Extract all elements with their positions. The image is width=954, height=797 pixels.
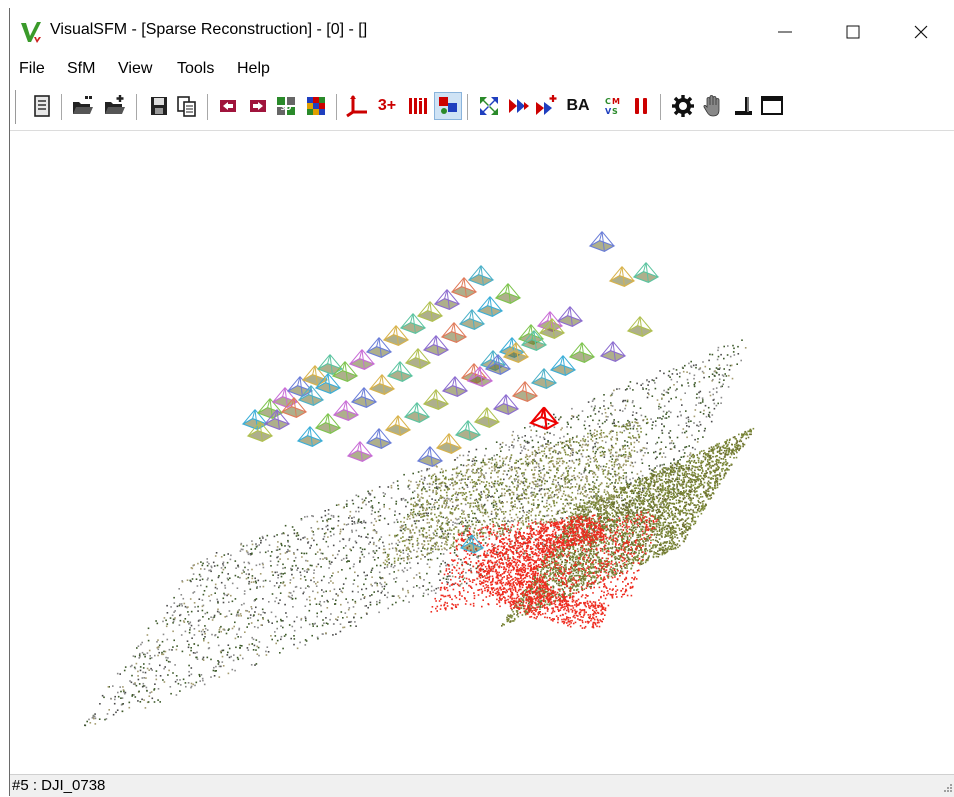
open-multi-images-button[interactable] bbox=[70, 93, 96, 119]
menu-help[interactable]: Help bbox=[237, 60, 270, 78]
toolbar-separator bbox=[61, 94, 63, 120]
reconstruct-resume-button[interactable] bbox=[534, 93, 560, 119]
three-plus-text[interactable]: 3+ bbox=[372, 95, 402, 117]
coordinate-axes-icon bbox=[344, 93, 370, 119]
minimize-button[interactable] bbox=[751, 8, 819, 56]
toolbar-separator bbox=[336, 94, 338, 120]
toolbar-grip[interactable] bbox=[15, 90, 19, 124]
open-multi-images-icon bbox=[70, 93, 96, 119]
reconstruct-sparse-button[interactable] bbox=[506, 93, 532, 119]
save-nvm-icon bbox=[146, 93, 172, 119]
bundle-adjust-text[interactable]: BA bbox=[562, 95, 594, 117]
save-nvm-button[interactable] bbox=[146, 93, 172, 119]
toggle-view-icon bbox=[435, 93, 461, 119]
open-add-images-icon bbox=[102, 93, 128, 119]
status-bar: #5 : DJI_0738 bbox=[10, 774, 954, 797]
copy-button[interactable] bbox=[174, 93, 200, 119]
match-matrix-button[interactable] bbox=[303, 93, 329, 119]
svg-text:S: S bbox=[612, 107, 618, 116]
fullscreen-window-icon bbox=[759, 93, 785, 119]
toolbar-separator bbox=[660, 94, 662, 120]
menu-file[interactable]: File bbox=[19, 60, 45, 78]
toolbar-separator bbox=[207, 94, 209, 120]
feature-bars-button[interactable] bbox=[405, 93, 431, 119]
previous-button[interactable] bbox=[215, 93, 241, 119]
window-title: VisualSFM - [Sparse Reconstruction] - [0… bbox=[50, 21, 367, 39]
hand-pan-button[interactable] bbox=[700, 93, 726, 119]
toggle-view-button[interactable] bbox=[434, 92, 462, 120]
toolbar: 3D 3+ BA CMVS bbox=[10, 86, 954, 131]
fullscreen-window-button[interactable] bbox=[759, 93, 785, 119]
menu-sfm[interactable]: SfM bbox=[67, 60, 95, 78]
status-text: #5 : DJI_0738 bbox=[12, 777, 105, 794]
close-icon bbox=[911, 22, 931, 42]
toolbar-separator bbox=[136, 94, 138, 120]
pause-icon bbox=[628, 93, 654, 119]
menu-view[interactable]: View bbox=[118, 60, 152, 78]
feature-bars-icon bbox=[405, 93, 431, 119]
ground-control-button[interactable] bbox=[730, 93, 756, 119]
reconstruct-sparse-icon bbox=[506, 93, 532, 119]
close-button[interactable] bbox=[887, 8, 954, 56]
compute-missing-match-icon bbox=[476, 93, 502, 119]
ground-control-icon bbox=[730, 93, 756, 119]
match-matrix-icon bbox=[303, 93, 329, 119]
pause-button[interactable] bbox=[628, 93, 654, 119]
reconstruct-resume-icon bbox=[534, 93, 560, 119]
log-window-button[interactable] bbox=[29, 93, 55, 119]
sparse-reconstruction-viewport[interactable] bbox=[10, 131, 954, 773]
maximize-button[interactable] bbox=[819, 8, 887, 56]
copy-icon bbox=[174, 93, 200, 119]
next-icon bbox=[245, 93, 271, 119]
minimize-icon bbox=[775, 22, 795, 42]
resize-grip-icon[interactable] bbox=[939, 781, 953, 795]
hand-pan-icon bbox=[700, 93, 726, 119]
dense-cmvs-button[interactable]: CMVS bbox=[598, 93, 624, 119]
app-window: VisualSFM - [Sparse Reconstruction] - [0… bbox=[9, 8, 954, 796]
menu-bar: File SfM View Tools Help bbox=[10, 56, 954, 84]
previous-icon bbox=[215, 93, 241, 119]
menu-tools[interactable]: Tools bbox=[177, 60, 214, 78]
svg-text:3D: 3D bbox=[281, 104, 292, 112]
maximize-icon bbox=[843, 22, 863, 42]
next-button[interactable] bbox=[245, 93, 271, 119]
point-cloud bbox=[84, 339, 754, 726]
svg-text:V: V bbox=[605, 107, 612, 116]
toolbar-separator bbox=[467, 94, 469, 120]
point-cloud-scene[interactable] bbox=[10, 131, 954, 773]
compute-matches-button[interactable]: 3D bbox=[273, 93, 299, 119]
coordinate-axes-button[interactable] bbox=[344, 93, 370, 119]
settings-gear-icon bbox=[670, 93, 696, 119]
compute-missing-match-button[interactable] bbox=[476, 93, 502, 119]
dense-cmvs-icon: CMVS bbox=[598, 93, 624, 119]
title-bar[interactable]: VisualSFM - [Sparse Reconstruction] - [0… bbox=[10, 8, 954, 56]
settings-button[interactable] bbox=[670, 93, 696, 119]
svg-text:C: C bbox=[605, 97, 611, 106]
visualsfm-logo-icon bbox=[20, 21, 44, 43]
compute-matches-icon: 3D bbox=[273, 93, 299, 119]
open-add-images-button[interactable] bbox=[102, 93, 128, 119]
svg-text:M: M bbox=[612, 97, 620, 106]
log-window-icon bbox=[29, 93, 55, 119]
